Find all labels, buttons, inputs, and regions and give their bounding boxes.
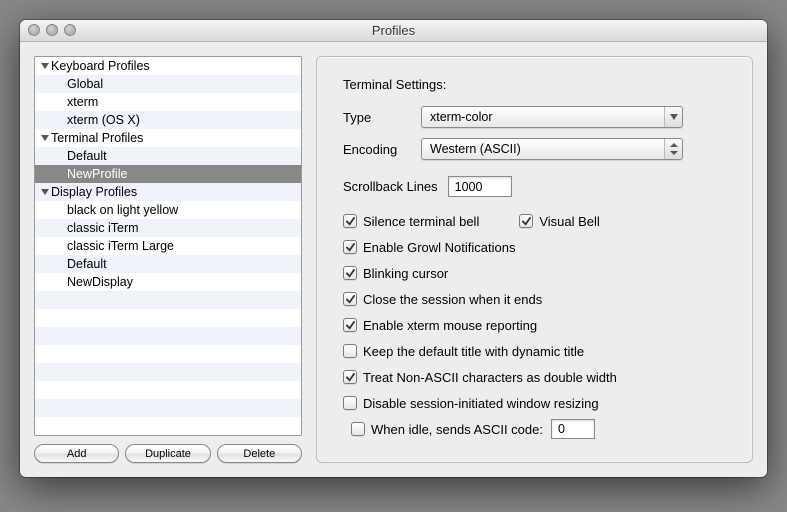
profile-tree[interactable]: Keyboard ProfilesGlobalxtermxterm (OS X)… <box>34 56 302 436</box>
add-button[interactable]: Add <box>34 444 119 463</box>
visual-bell-label: Visual Bell <box>539 214 599 229</box>
double-width-label: Treat Non-ASCII characters as double wid… <box>363 370 617 385</box>
no-resize-label: Disable session-initiated window resizin… <box>363 396 599 411</box>
tree-item-label: xterm <box>67 93 98 111</box>
scrollback-input[interactable] <box>448 176 512 197</box>
tree-row[interactable]: Terminal Profiles <box>35 129 301 147</box>
type-label: Type <box>343 110 421 125</box>
xterm-mouse-label: Enable xterm mouse reporting <box>363 318 537 333</box>
tree-row[interactable] <box>35 399 301 417</box>
encoding-label: Encoding <box>343 142 421 157</box>
growl-checkbox[interactable]: Enable Growl Notifications <box>343 240 515 255</box>
close-icon[interactable] <box>28 24 40 36</box>
tree-row[interactable]: Default <box>35 255 301 273</box>
profiles-window: Profiles Keyboard ProfilesGlobalxtermxte… <box>20 20 767 477</box>
window-title: Profiles <box>372 23 415 38</box>
tree-item-label: NewProfile <box>67 165 127 183</box>
tree-group-label: Display Profiles <box>51 183 137 201</box>
encoding-row: Encoding Western (ASCII) <box>343 138 726 160</box>
tree-item-label: Default <box>67 147 107 165</box>
tree-item-label: Default <box>67 255 107 273</box>
type-select[interactable]: xterm-color <box>421 106 683 128</box>
tree-row[interactable]: classic iTerm <box>35 219 301 237</box>
checkbox-group: Silence terminal bell Visual Bell Enable… <box>343 211 726 439</box>
scrollback-label: Scrollback Lines <box>343 179 438 194</box>
tree-item-label: xterm (OS X) <box>67 111 140 129</box>
duplicate-button[interactable]: Duplicate <box>125 444 210 463</box>
no-resize-checkbox[interactable]: Disable session-initiated window resizin… <box>343 396 599 411</box>
scrollback-row: Scrollback Lines <box>343 176 726 197</box>
encoding-select-wrap[interactable]: Western (ASCII) <box>421 138 683 160</box>
tree-row[interactable]: Global <box>35 75 301 93</box>
content: Keyboard ProfilesGlobalxtermxterm (OS X)… <box>20 42 767 477</box>
tree-item-label: classic iTerm <box>67 219 139 237</box>
disclosure-triangle-icon[interactable] <box>41 135 49 141</box>
idle-checkbox[interactable]: When idle, sends ASCII code: <box>351 422 543 437</box>
tree-row[interactable]: black on light yellow <box>35 201 301 219</box>
tree-row[interactable] <box>35 291 301 309</box>
tree-row[interactable] <box>35 417 301 435</box>
visual-bell-checkbox[interactable]: Visual Bell <box>519 214 599 229</box>
disclosure-triangle-icon[interactable] <box>41 189 49 195</box>
keep-title-label: Keep the default title with dynamic titl… <box>363 344 584 359</box>
blink-checkbox[interactable]: Blinking cursor <box>343 266 448 281</box>
tree-group-label: Keyboard Profiles <box>51 57 150 75</box>
tree-row[interactable]: classic iTerm Large <box>35 237 301 255</box>
tree-row[interactable] <box>35 363 301 381</box>
settings-panel: Terminal Settings: Type xterm-color Enco… <box>316 56 753 463</box>
profile-list-panel: Keyboard ProfilesGlobalxtermxterm (OS X)… <box>34 56 302 463</box>
growl-label: Enable Growl Notifications <box>363 240 515 255</box>
close-session-label: Close the session when it ends <box>363 292 542 307</box>
tree-row[interactable]: Display Profiles <box>35 183 301 201</box>
section-title: Terminal Settings: <box>343 77 726 92</box>
blink-label: Blinking cursor <box>363 266 448 281</box>
tree-item-label: NewDisplay <box>67 273 133 291</box>
tree-row[interactable] <box>35 381 301 399</box>
tree-item-label: black on light yellow <box>67 201 178 219</box>
idle-label: When idle, sends ASCII code: <box>371 422 543 437</box>
minimize-icon[interactable] <box>46 24 58 36</box>
profile-list-buttons: Add Duplicate Delete <box>34 444 302 463</box>
traffic-lights <box>28 24 76 36</box>
tree-item-label: classic iTerm Large <box>67 237 174 255</box>
double-width-checkbox[interactable]: Treat Non-ASCII characters as double wid… <box>343 370 617 385</box>
tree-row[interactable]: xterm <box>35 93 301 111</box>
type-row: Type xterm-color <box>343 106 726 128</box>
idle-code-input[interactable] <box>551 419 595 439</box>
tree-row-selected[interactable]: NewProfile <box>35 165 301 183</box>
keep-title-checkbox[interactable]: Keep the default title with dynamic titl… <box>343 344 584 359</box>
tree-group-label: Terminal Profiles <box>51 129 143 147</box>
tree-row[interactable] <box>35 327 301 345</box>
encoding-select[interactable]: Western (ASCII) <box>421 138 683 160</box>
disclosure-triangle-icon[interactable] <box>41 63 49 69</box>
tree-item-label: Global <box>67 75 103 93</box>
close-session-checkbox[interactable]: Close the session when it ends <box>343 292 542 307</box>
tree-row[interactable]: xterm (OS X) <box>35 111 301 129</box>
xterm-mouse-checkbox[interactable]: Enable xterm mouse reporting <box>343 318 537 333</box>
type-select-wrap[interactable]: xterm-color <box>421 106 683 128</box>
tree-row[interactable] <box>35 309 301 327</box>
tree-row[interactable] <box>35 345 301 363</box>
tree-row[interactable]: NewDisplay <box>35 273 301 291</box>
silence-bell-label: Silence terminal bell <box>363 214 479 229</box>
delete-button[interactable]: Delete <box>217 444 302 463</box>
zoom-icon[interactable] <box>64 24 76 36</box>
tree-row[interactable]: Default <box>35 147 301 165</box>
titlebar: Profiles <box>20 20 767 42</box>
tree-row[interactable]: Keyboard Profiles <box>35 57 301 75</box>
silence-bell-checkbox[interactable]: Silence terminal bell <box>343 214 479 229</box>
